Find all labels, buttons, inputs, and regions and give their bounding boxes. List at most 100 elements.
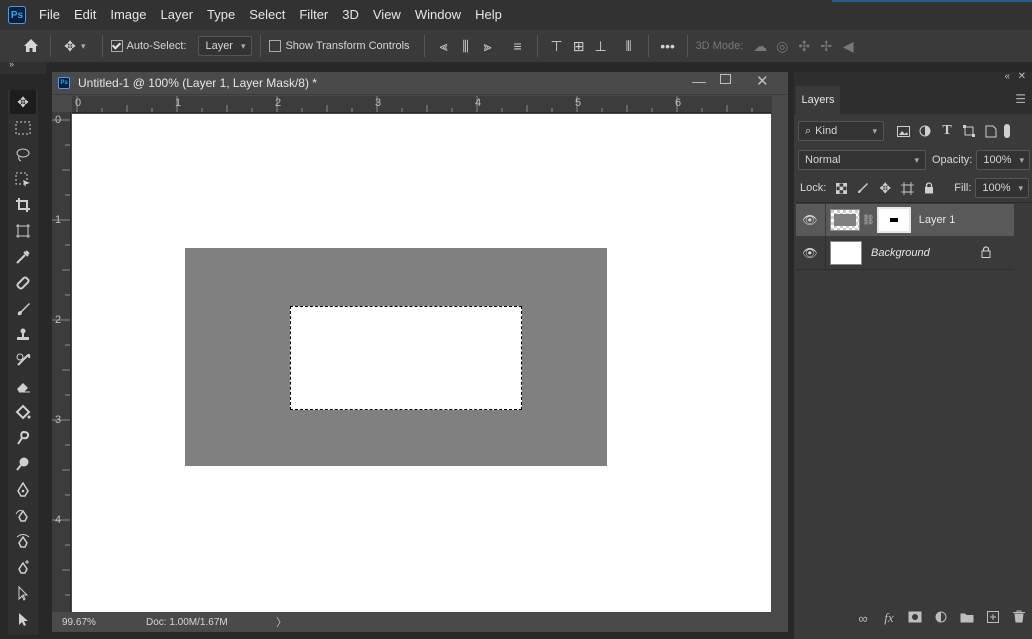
maximize-icon[interactable] (720, 74, 731, 84)
filter-toggle-icon[interactable] (1004, 124, 1010, 138)
new-group-icon[interactable] (954, 611, 980, 626)
path-selection-tool-icon[interactable] (10, 581, 36, 605)
distribute-icon[interactable]: ≡ (507, 35, 529, 57)
separator (423, 35, 425, 57)
eyedropper-tool-icon[interactable] (10, 245, 36, 269)
show-transform-checkbox[interactable] (269, 40, 282, 52)
tab-layers[interactable]: Layers (796, 86, 840, 114)
paint-bucket-tool-icon[interactable] (10, 400, 36, 424)
pan-3d-icon[interactable]: ✣ (793, 35, 815, 57)
chevron-down-icon: ▾ (1019, 154, 1025, 165)
roll-3d-icon[interactable]: ◎ (771, 35, 793, 57)
filter-kind-dropdown[interactable]: ⌕ Kind ▾ (798, 121, 884, 141)
vertical-ruler[interactable]: 0 1 2 3 4 (52, 112, 71, 612)
link-mask-icon[interactable]: ⛓ (862, 215, 875, 226)
align-left-icon[interactable]: ⫷ (433, 35, 455, 57)
distribute-vertical-icon[interactable]: ⦀ (618, 35, 640, 57)
layer-style-fx-icon[interactable]: fx (876, 610, 902, 626)
new-layer-icon[interactable] (980, 610, 1006, 626)
layer-row-background[interactable]: 👁 Background (796, 237, 1014, 269)
collapse-chevrons-icon[interactable]: » (9, 59, 14, 69)
blend-mode-dropdown[interactable]: Normal ▾ (798, 150, 926, 170)
smudge-tool-icon[interactable] (10, 426, 36, 450)
filter-adjustment-icon[interactable] (914, 120, 936, 142)
lock-position-icon[interactable]: ✥ (874, 177, 896, 199)
document-tab[interactable]: Ps Untitled-1 @ 100% (Layer 1, Layer Mas… (52, 72, 788, 95)
lock-artboard-icon[interactable] (896, 177, 918, 199)
home-icon[interactable] (20, 35, 42, 57)
curvature-pen-tool-icon[interactable] (10, 529, 36, 553)
filter-image-icon[interactable] (892, 120, 914, 142)
collapse-panel-icon[interactable]: « (1004, 71, 1010, 82)
history-brush-tool-icon[interactable] (10, 348, 36, 372)
add-mask-icon[interactable] (902, 611, 928, 626)
auto-select-checkbox[interactable] (110, 40, 123, 52)
close-icon[interactable]: ✕ (756, 72, 769, 90)
clone-stamp-tool-icon[interactable] (10, 323, 36, 347)
lock-transparency-icon[interactable] (830, 177, 852, 199)
frame-tool-icon[interactable] (10, 219, 36, 243)
freeform-pen-tool-icon[interactable] (10, 504, 36, 528)
horizontal-ruler[interactable]: 0 1 2 3 4 5 6 (72, 96, 772, 113)
move-tool-icon[interactable]: ✥ (59, 35, 81, 57)
panel-menu-icon[interactable]: ☰ (1015, 92, 1026, 106)
lasso-tool-icon[interactable] (10, 142, 36, 166)
align-middle-icon[interactable]: ⊞ (568, 35, 590, 57)
more-options-icon[interactable]: ••• (657, 35, 679, 57)
align-right-icon[interactable]: ⫸ (477, 35, 499, 57)
filter-smart-object-icon[interactable] (980, 120, 1002, 142)
menu-filter[interactable]: Filter (292, 0, 335, 30)
align-top-icon[interactable]: ⊤ (546, 35, 568, 57)
orbit-3d-icon[interactable]: ☁ (749, 35, 771, 57)
minimize-icon[interactable]: — (692, 73, 706, 89)
menu-layer[interactable]: Layer (154, 0, 201, 30)
marquee-selection[interactable] (290, 306, 522, 410)
menu-view[interactable]: View (366, 0, 408, 30)
layer-row-layer-1[interactable]: 👁 ⛓ Layer 1 (796, 204, 1014, 236)
healing-brush-tool-icon[interactable] (10, 271, 36, 295)
marquee-tool-icon[interactable] (10, 116, 36, 140)
menu-type[interactable]: Type (200, 0, 242, 30)
dodge-tool-icon[interactable] (10, 452, 36, 476)
menu-select[interactable]: Select (242, 0, 292, 30)
slide-3d-icon[interactable]: ✢ (815, 35, 837, 57)
scale-3d-icon[interactable]: ◀ (837, 35, 859, 57)
lock-all-icon[interactable] (918, 177, 940, 199)
tool-preset-chevron-icon[interactable]: ▾ (81, 41, 86, 52)
menu-window[interactable]: Window (408, 0, 468, 30)
zoom-level[interactable]: 99.67% (62, 617, 132, 628)
object-selection-tool-icon[interactable] (10, 168, 36, 192)
direct-selection-tool-icon[interactable] (10, 607, 36, 631)
align-center-icon[interactable]: ⫼ (455, 35, 477, 57)
filter-type-icon[interactable]: T (936, 120, 958, 142)
opacity-input[interactable]: 100% ▾ (976, 150, 1031, 170)
delete-layer-icon[interactable] (1006, 610, 1032, 626)
visibility-eye-icon[interactable]: 👁 (801, 246, 819, 260)
pen-tool-icon[interactable] (10, 478, 36, 502)
menu-image[interactable]: Image (103, 0, 153, 30)
filter-shape-icon[interactable] (958, 120, 980, 142)
status-expand-icon[interactable]: 〉 (276, 614, 287, 630)
fill-input[interactable]: 100% ▾ (975, 178, 1030, 198)
crop-tool-icon[interactable] (10, 193, 36, 217)
menu-3d[interactable]: 3D (335, 0, 366, 30)
move-tool-icon[interactable]: ✥ (10, 90, 36, 114)
close-panel-icon[interactable]: ✕ (1018, 71, 1026, 82)
layer-name[interactable]: Layer 1 (919, 214, 956, 226)
eraser-tool-icon[interactable] (10, 374, 36, 398)
align-bottom-icon[interactable]: ⊥ (590, 35, 612, 57)
link-layers-icon[interactable]: ∞ (850, 611, 876, 626)
auto-select-target-dropdown[interactable]: Layer ▾ (198, 36, 253, 56)
adjustment-layer-icon[interactable] (928, 611, 954, 626)
layer-name[interactable]: Background (871, 247, 981, 259)
ruler-label: 4 (475, 97, 482, 109)
layer-mask-thumbnail[interactable] (876, 207, 911, 233)
lock-pixels-icon[interactable] (852, 177, 874, 199)
visibility-eye-icon[interactable]: 👁 (801, 213, 819, 227)
lock-icon[interactable] (981, 245, 991, 261)
menu-file[interactable]: File (32, 0, 67, 30)
menu-help[interactable]: Help (468, 0, 509, 30)
add-anchor-point-tool-icon[interactable] (10, 555, 36, 579)
menu-edit[interactable]: Edit (67, 0, 103, 30)
brush-tool-icon[interactable] (10, 297, 36, 321)
